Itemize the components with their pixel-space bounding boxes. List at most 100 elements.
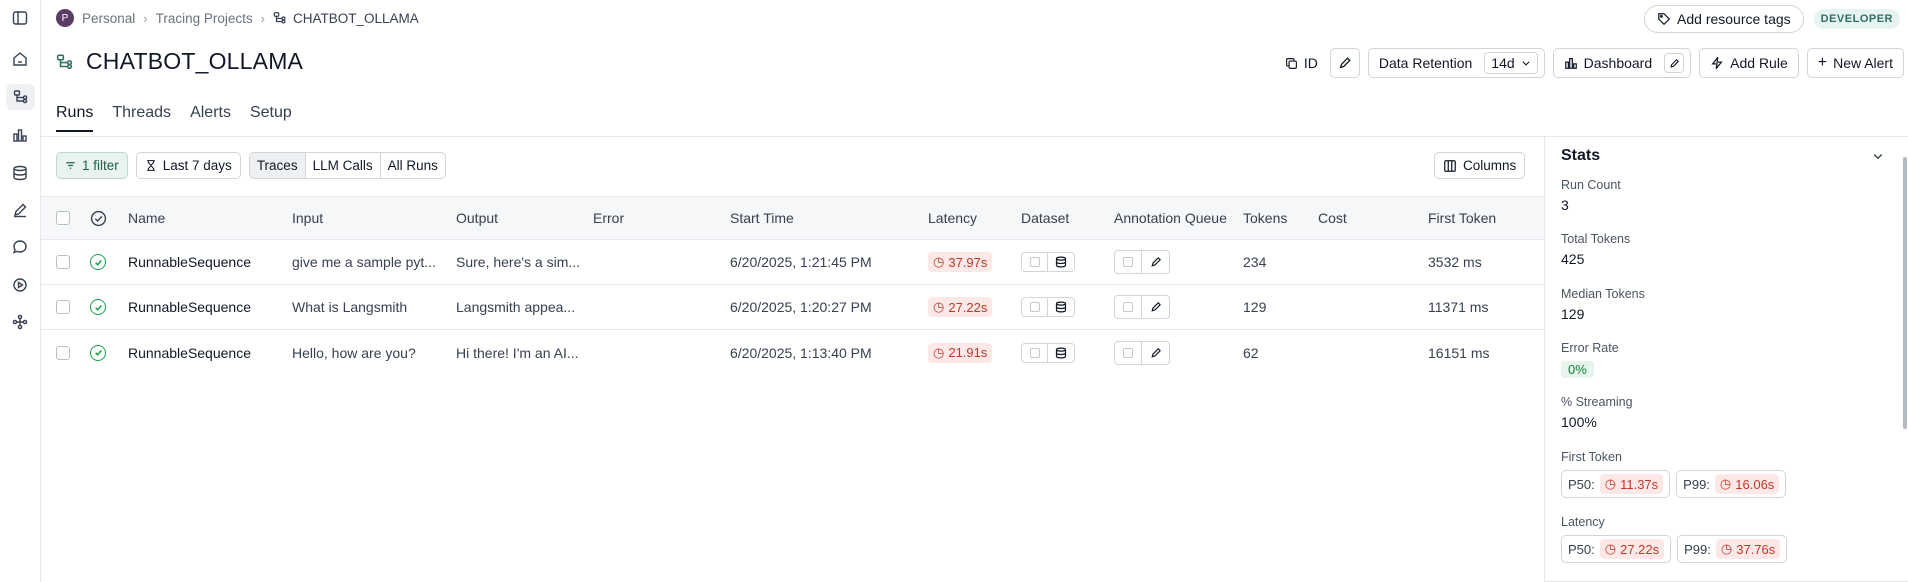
stats-scrollbar[interactable] bbox=[1903, 157, 1907, 429]
select-all-checkbox-cell bbox=[56, 197, 70, 239]
data-retention-select[interactable]: 14d bbox=[1484, 52, 1538, 74]
add-rule-button[interactable]: Add Rule bbox=[1699, 48, 1799, 78]
copy-id-label: ID bbox=[1303, 55, 1318, 71]
segment-all-runs[interactable]: All Runs bbox=[381, 153, 445, 178]
sidebar-toggle-icon[interactable] bbox=[11, 9, 29, 27]
table-row[interactable]: RunnableSequence Hello, how are you? Hi … bbox=[41, 330, 1544, 375]
tab-alerts[interactable]: Alerts bbox=[190, 104, 231, 132]
database-icon[interactable] bbox=[1048, 298, 1074, 316]
left-rail bbox=[0, 0, 41, 582]
annotation-queue-control[interactable] bbox=[1114, 295, 1170, 319]
breadcrumb-chevron-icon: › bbox=[143, 10, 148, 26]
annotation-checkbox[interactable] bbox=[1115, 341, 1142, 364]
column-header-latency[interactable]: Latency bbox=[928, 197, 977, 239]
tab-threads[interactable]: Threads bbox=[112, 104, 171, 132]
first-token-p99: P99: ◷ 16.06s bbox=[1676, 470, 1787, 498]
latency-badge: ◷ 27.22s bbox=[1599, 539, 1665, 559]
status-cell bbox=[90, 285, 106, 329]
lightning-icon bbox=[1711, 56, 1723, 70]
success-status-icon bbox=[90, 299, 106, 315]
database-icon[interactable] bbox=[1048, 253, 1074, 271]
p50-label: P50: bbox=[1568, 541, 1595, 557]
filter-button[interactable]: 1 filter bbox=[56, 152, 128, 179]
breadcrumb-personal[interactable]: Personal bbox=[82, 11, 135, 26]
column-header-input[interactable]: Input bbox=[292, 197, 323, 239]
datasets-icon[interactable] bbox=[11, 164, 29, 182]
playground-icon[interactable] bbox=[11, 276, 29, 294]
annotation-checkbox[interactable] bbox=[1115, 296, 1142, 318]
edit-dashboard-button[interactable] bbox=[1664, 53, 1685, 73]
annotation-cell bbox=[1114, 330, 1170, 375]
annotation-queue-control[interactable] bbox=[1114, 250, 1170, 274]
table-row[interactable]: RunnableSequence What is Langsmith Langs… bbox=[41, 285, 1544, 330]
tab-runs[interactable]: Runs bbox=[56, 104, 94, 132]
edit-project-button[interactable] bbox=[1329, 48, 1360, 78]
dashboards-icon[interactable] bbox=[11, 126, 29, 144]
add-to-dataset-control[interactable] bbox=[1021, 342, 1075, 363]
pencil-icon[interactable] bbox=[1142, 342, 1169, 364]
segment-traces[interactable]: Traces bbox=[249, 153, 306, 178]
row-checkbox[interactable] bbox=[56, 300, 70, 314]
dataset-checkbox[interactable] bbox=[1022, 343, 1048, 362]
segment-llm-calls[interactable]: LLM Calls bbox=[306, 153, 381, 178]
table-header: Name Input Output Error Start Time Laten… bbox=[41, 196, 1544, 240]
add-to-dataset-control[interactable] bbox=[1021, 252, 1075, 272]
project-icon bbox=[273, 12, 286, 24]
clock-icon: ◷ bbox=[1604, 476, 1617, 491]
copy-icon bbox=[1285, 57, 1297, 69]
run-start-time: 6/20/2025, 1:13:40 PM bbox=[730, 344, 872, 361]
column-header-cost[interactable]: Cost bbox=[1318, 197, 1347, 239]
pencil-icon[interactable] bbox=[1142, 251, 1169, 273]
first-token-p99-value: 16.06s bbox=[1735, 476, 1775, 492]
filter-icon bbox=[66, 162, 75, 169]
stat-value: 129 bbox=[1561, 306, 1585, 322]
column-header-dataset[interactable]: Dataset bbox=[1021, 197, 1069, 239]
deployments-icon[interactable] bbox=[11, 313, 29, 331]
column-header-tokens[interactable]: Tokens bbox=[1243, 197, 1287, 239]
breadcrumb-tracing-projects[interactable]: Tracing Projects bbox=[156, 11, 253, 26]
stat-label: Error Rate bbox=[1561, 341, 1619, 355]
column-header-first-token[interactable]: First Token bbox=[1428, 197, 1496, 239]
prompts-chat-icon[interactable] bbox=[11, 238, 29, 256]
run-name: RunnableSequence bbox=[128, 254, 251, 270]
column-header-name[interactable]: Name bbox=[128, 197, 165, 239]
avatar[interactable]: P bbox=[56, 9, 74, 27]
add-to-dataset-control[interactable] bbox=[1021, 297, 1075, 317]
pencil-icon[interactable] bbox=[1142, 296, 1169, 318]
plus-icon: + bbox=[1817, 54, 1828, 71]
status-cell bbox=[90, 330, 106, 375]
column-header-error[interactable]: Error bbox=[593, 197, 624, 239]
table-row[interactable]: RunnableSequence give me a sample pyt...… bbox=[41, 240, 1544, 285]
column-header-output[interactable]: Output bbox=[456, 197, 498, 239]
breadcrumb-current: CHATBOT_OLLAMA bbox=[273, 11, 419, 26]
time-range-button[interactable]: Last 7 days bbox=[135, 152, 241, 179]
dashboard-button[interactable]: Dashboard bbox=[1552, 48, 1692, 78]
new-alert-button[interactable]: + New Alert bbox=[1806, 48, 1904, 78]
add-resource-tags-button[interactable]: Add resource tags bbox=[1644, 5, 1804, 33]
time-range-label: Last 7 days bbox=[162, 158, 232, 173]
tab-setup[interactable]: Setup bbox=[250, 104, 292, 132]
columns-button[interactable]: Columns bbox=[1434, 152, 1526, 179]
row-checkbox-cell bbox=[56, 330, 70, 375]
annotation-queue-control[interactable] bbox=[1114, 340, 1170, 365]
select-all-checkbox[interactable] bbox=[56, 211, 70, 225]
tracing-projects-icon[interactable] bbox=[6, 84, 35, 110]
collapse-stats-chevron-icon[interactable] bbox=[1872, 149, 1884, 165]
stat-value: 425 bbox=[1561, 251, 1585, 267]
hourglass-icon bbox=[147, 160, 155, 171]
annotation-pen-icon[interactable] bbox=[11, 201, 29, 219]
column-header-annotation-queue[interactable]: Annotation Queue bbox=[1114, 197, 1227, 239]
annotation-checkbox[interactable] bbox=[1115, 251, 1142, 273]
column-header-start-time[interactable]: Start Time bbox=[730, 197, 794, 239]
dataset-checkbox[interactable] bbox=[1022, 253, 1048, 271]
add-rule-label: Add Rule bbox=[1730, 55, 1788, 71]
copy-id-button[interactable]: ID bbox=[1280, 48, 1322, 78]
clock-icon: ◷ bbox=[1720, 541, 1733, 556]
runs-table: Name Input Output Error Start Time Laten… bbox=[41, 196, 1544, 375]
row-checkbox[interactable] bbox=[56, 345, 70, 360]
row-checkbox[interactable] bbox=[56, 255, 70, 269]
latency-cell: ◷ 37.97s bbox=[928, 240, 993, 284]
dataset-checkbox[interactable] bbox=[1022, 298, 1048, 316]
home-icon[interactable] bbox=[11, 50, 29, 68]
database-icon[interactable] bbox=[1048, 344, 1074, 362]
